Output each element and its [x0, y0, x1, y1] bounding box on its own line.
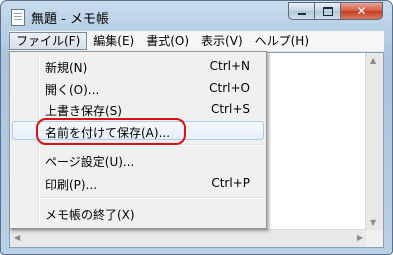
highlight-annotation [36, 118, 186, 145]
window-controls: ✕ [288, 2, 383, 21]
menu-item-shortcut: Ctrl+O [209, 81, 250, 95]
menu-help[interactable]: ヘルプ(H) [249, 32, 315, 50]
menu-item-save[interactable]: 上書き保存(S) Ctrl+S [12, 99, 264, 118]
menu-item-label: 開く(O)... [45, 83, 100, 97]
menu-item-print[interactable]: 印刷(P)... Ctrl+P [12, 173, 264, 192]
menu-item-new[interactable]: 新規(N) Ctrl+N [12, 56, 264, 75]
close-button[interactable]: ✕ [340, 2, 383, 20]
horizontal-scrollbar[interactable]: ◀ ▶ [10, 229, 367, 247]
scroll-right-icon[interactable]: ▶ [357, 233, 363, 242]
menu-item-label: ページ設定(U)... [45, 155, 135, 169]
menu-item-open[interactable]: 開く(O)... Ctrl+O [12, 78, 264, 97]
minimize-icon [297, 13, 306, 15]
menu-separator [40, 197, 264, 199]
menu-item-page-setup[interactable]: ページ設定(U)... [12, 150, 264, 169]
scrollbar-corner [366, 230, 383, 247]
minimize-button[interactable] [288, 2, 314, 20]
notepad-icon [11, 9, 25, 26]
scroll-down-icon[interactable]: ▼ [370, 218, 376, 227]
menu-item-label: 新規(N) [45, 61, 88, 75]
menu-item-label: メモ帳の終了(X) [45, 208, 135, 222]
title-bar[interactable]: 無題 - メモ帳 ✕ [1, 1, 392, 31]
window-title: 無題 - メモ帳 [31, 12, 109, 27]
menu-format[interactable]: 書式(O) [140, 32, 195, 50]
menu-item-shortcut: Ctrl+N [209, 59, 250, 73]
menu-item-label: 上書き保存(S) [45, 104, 122, 118]
menu-item-exit[interactable]: メモ帳の終了(X) [12, 203, 264, 222]
menu-item-shortcut: Ctrl+S [210, 102, 250, 116]
notepad-window: 無題 - メモ帳 ✕ ファイル(F) 編集(E) 書式(O) 表示(V) ヘルプ… [0, 0, 393, 255]
maximize-button[interactable] [314, 2, 340, 20]
menu-view[interactable]: 表示(V) [195, 32, 249, 50]
menu-edit[interactable]: 編集(E) [87, 32, 140, 50]
menu-item-label: 印刷(P)... [45, 178, 98, 192]
scroll-up-icon[interactable]: ▲ [370, 56, 376, 65]
maximize-icon [322, 6, 333, 16]
vertical-scrollbar[interactable]: ▲ ▼ [365, 53, 383, 230]
close-icon: ✕ [356, 4, 367, 18]
menu-item-shortcut: Ctrl+P [211, 176, 250, 190]
menu-file[interactable]: ファイル(F) [9, 32, 88, 50]
menu-bar: ファイル(F) 編集(E) 書式(O) 表示(V) ヘルプ(H) [9, 31, 384, 52]
scroll-left-icon[interactable]: ◀ [14, 233, 20, 242]
